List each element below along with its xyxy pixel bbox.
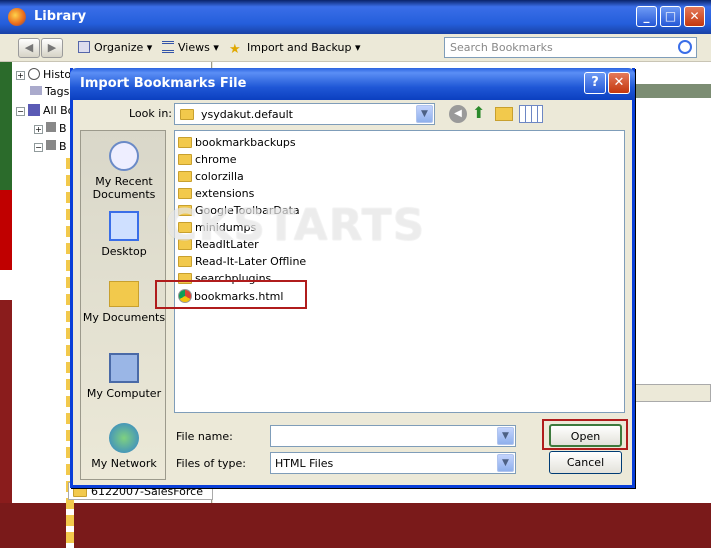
library-close-button[interactable]: ✕: [684, 6, 705, 27]
cancel-button[interactable]: Cancel: [549, 451, 622, 474]
views-icon: [162, 41, 174, 53]
open-button[interactable]: Open: [549, 424, 622, 447]
tree-item-tags[interactable]: Tags: [30, 85, 69, 102]
library-title: Library: [34, 9, 87, 24]
view-menu-icon[interactable]: [519, 105, 543, 123]
search-placeholder: Search Bookmarks: [450, 41, 553, 54]
file-type-value: HTML Files: [275, 457, 334, 470]
file-list: bookmarkbackups chrome colorzilla extens…: [174, 130, 625, 413]
folder-icon: [178, 256, 192, 267]
dialog-title: Import Bookmarks File: [80, 76, 247, 91]
search-icon[interactable]: [678, 40, 692, 54]
maximize-button[interactable]: □: [660, 6, 681, 27]
organize-icon: [78, 41, 90, 53]
look-in-label: Look in:: [129, 107, 172, 120]
tree-item-all-bookmarks[interactable]: − All Bo: [16, 104, 74, 121]
back-icon[interactable]: ◀: [449, 105, 467, 123]
place-my-computer[interactable]: My Computer: [81, 353, 167, 400]
back-button[interactable]: ◀: [18, 38, 40, 58]
places-bar: My Recent Documents Desktop My Documents…: [80, 130, 166, 480]
file-name-input[interactable]: ▼: [270, 425, 516, 447]
star-icon: ★: [229, 42, 241, 57]
search-input[interactable]: Search Bookmarks: [444, 37, 697, 58]
place-my-network[interactable]: My Network: [81, 423, 167, 470]
file-item-folder[interactable]: chrome: [178, 153, 237, 170]
chevron-down-icon[interactable]: ▼: [497, 427, 514, 445]
new-folder-icon[interactable]: [495, 107, 513, 121]
dialog-close-button[interactable]: ✕: [608, 72, 630, 94]
up-folder-icon[interactable]: ⬆: [472, 105, 490, 123]
file-name-label: File name:: [176, 430, 233, 443]
look-in-select[interactable]: ysydakut.default ▼: [174, 103, 435, 125]
library-titlebar: Library _ □ ✕: [0, 0, 711, 34]
tree-item-toolbar[interactable]: + B: [34, 122, 67, 139]
help-button[interactable]: ?: [584, 72, 606, 94]
my-documents-icon: [109, 281, 139, 307]
tree-item-history[interactable]: + Histo: [16, 68, 71, 85]
details-field[interactable]: [633, 384, 711, 402]
desktop-icon: [109, 211, 139, 241]
bookmarks-icon: [28, 104, 40, 116]
look-in-value: ysydakut.default: [201, 108, 293, 121]
folder-icon: [46, 122, 56, 132]
bookmarks-highlight-box: [155, 280, 307, 309]
folder-icon: [178, 188, 192, 199]
folder-icon: [46, 140, 56, 150]
file-type-select[interactable]: HTML Files ▼: [270, 452, 516, 474]
recent-documents-icon: [109, 141, 139, 171]
minimize-button[interactable]: _: [636, 6, 657, 27]
chevron-down-icon[interactable]: ▼: [497, 454, 514, 472]
import-backup-menu[interactable]: ★ Import and Backup ▾: [229, 41, 361, 57]
my-network-icon: [109, 423, 139, 453]
file-item-folder[interactable]: Read-It-Later Offline: [178, 255, 306, 272]
chevron-down-icon[interactable]: ▼: [416, 105, 433, 123]
folder-icon: [178, 137, 192, 148]
tree-item-menu[interactable]: − B: [34, 140, 67, 157]
place-desktop[interactable]: Desktop: [81, 211, 167, 258]
folder-icon: [178, 171, 192, 182]
folder-icon: [180, 109, 194, 120]
firefox-icon: [8, 8, 26, 26]
organize-menu[interactable]: Organize ▾: [78, 41, 152, 54]
my-computer-icon: [109, 353, 139, 383]
folder-icon: [178, 154, 192, 165]
file-item-folder[interactable]: colorzilla: [178, 170, 244, 187]
place-recent-documents[interactable]: My Recent Documents: [81, 141, 167, 201]
file-type-label: Files of type:: [176, 457, 247, 470]
dialog-titlebar: Import Bookmarks File ? ✕: [70, 68, 635, 100]
file-item-folder[interactable]: bookmarkbackups: [178, 136, 296, 153]
forward-button[interactable]: ▶: [41, 38, 63, 58]
views-menu[interactable]: Views ▾: [162, 41, 219, 54]
background-strip: [0, 0, 12, 503]
watermark: CKSTARTS: [165, 200, 426, 251]
tag-icon: [30, 86, 42, 95]
clock-icon: [28, 68, 40, 80]
